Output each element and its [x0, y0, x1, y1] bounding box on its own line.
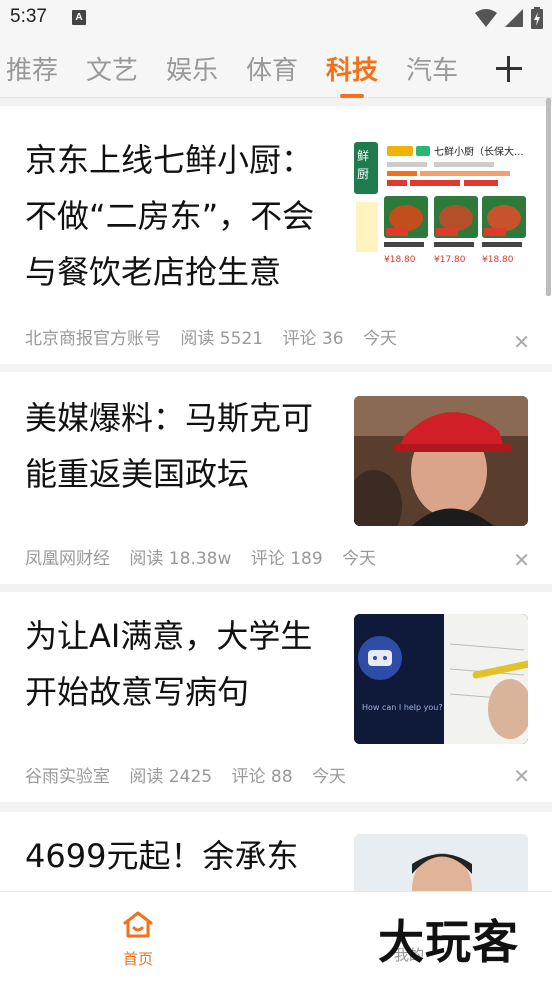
article-card[interactable]: 4699元起！余承东 — [0, 812, 552, 891]
close-icon[interactable]: ✕ — [513, 548, 530, 572]
article-card[interactable]: 为让AI满意，大学生开始故意写病句 How can I help you? 谷雨… — [0, 592, 552, 802]
ai-chat-phone-photo[interactable]: How can I help you? — [354, 614, 528, 744]
news-feed[interactable]: 京东上线七鲜小厨：不做“二房东”，不会与餐饮老店抢生意 鲜 厨 七鲜小厨（长保大… — [0, 98, 552, 891]
status-bar: 5:37 A — [0, 0, 552, 36]
article-card[interactable]: 美媒爆料：马斯克可能重返美国政坛 凤凰网财经 阅读 18.38w 评论 189 … — [0, 372, 552, 584]
article-source[interactable]: 凤凰网财经 — [25, 549, 110, 569]
article-comments: 评论 36 — [282, 329, 344, 349]
article-comments: 评论 88 — [231, 767, 293, 787]
article-reads: 阅读 18.38w — [129, 549, 232, 569]
article-time: 今天 — [362, 329, 397, 349]
article-title[interactable]: 4699元起！余承东 — [25, 828, 335, 884]
article-source[interactable]: 谷雨实验室 — [25, 767, 110, 787]
status-icons — [474, 7, 544, 29]
article-comments: 评论 189 — [250, 549, 323, 569]
close-icon[interactable]: ✕ — [513, 764, 530, 788]
article-title[interactable]: 为让AI满意，大学生开始故意写病句 — [25, 608, 335, 720]
man-portrait-photo[interactable] — [354, 834, 528, 891]
dish-price-1: ¥18.80 — [384, 255, 416, 265]
tab-recommend[interactable]: 推荐 — [6, 50, 58, 87]
close-icon[interactable]: ✕ — [513, 330, 530, 354]
tab-tech[interactable]: 科技 — [326, 50, 378, 87]
status-time: 5:37 — [10, 6, 47, 27]
home-icon — [123, 911, 153, 938]
article-reads: 阅读 2425 — [129, 767, 213, 787]
article-meta: 凤凰网财经 阅读 18.38w 评论 189 今天 — [25, 544, 390, 569]
nav-home-label: 首页 — [122, 950, 153, 968]
article-card[interactable]: 京东上线七鲜小厨：不做“二房东”，不会与餐饮老店抢生意 鲜 厨 七鲜小厨（长保大… — [0, 106, 552, 364]
ai-prompt-text: How can I help you? — [362, 703, 443, 712]
dish-price-3: ¥18.80 — [482, 255, 514, 265]
battery-charging-icon — [531, 7, 543, 29]
category-tabs: 推荐 文艺 娱乐 体育 科技 汽车 — [0, 36, 552, 98]
article-title[interactable]: 美媒爆料：马斯克可能重返美国政坛 — [25, 390, 335, 502]
man-in-red-cap-photo[interactable] — [354, 396, 528, 526]
article-time: 今天 — [342, 549, 377, 569]
article-meta: 谷雨实验室 阅读 2425 评论 88 今天 — [25, 762, 360, 787]
bottom-nav: 首页 我的 大玩客 — [0, 891, 552, 983]
tab-culture[interactable]: 文艺 — [86, 50, 138, 87]
food-store-name: 七鲜小厨（长保大... — [434, 145, 524, 158]
article-title[interactable]: 京东上线七鲜小厨：不做“二房东”，不会与餐饮老店抢生意 — [25, 132, 335, 300]
article-time: 今天 — [311, 767, 346, 787]
article-source[interactable]: 北京商报官方账号 — [25, 329, 161, 349]
article-meta: 北京商报官方账号 阅读 5521 评论 36 今天 — [25, 324, 411, 349]
feed-scrollbar[interactable] — [546, 98, 551, 296]
wifi-icon — [475, 9, 497, 27]
nav-home[interactable]: 首页 — [114, 910, 162, 969]
plus-icon[interactable] — [494, 54, 524, 84]
a-badge-icon: A — [72, 10, 86, 25]
tab-entertainment[interactable]: 娱乐 — [166, 50, 218, 87]
svg-text:厨: 厨 — [357, 167, 369, 181]
tab-sports[interactable]: 体育 — [246, 50, 298, 87]
tab-auto[interactable]: 汽车 — [406, 50, 458, 87]
watermark-logo: 大玩客 — [378, 915, 519, 969]
dish-price-2: ¥17.80 — [434, 255, 466, 265]
food-app-screenshot-image[interactable]: 鲜 厨 七鲜小厨（长保大... ¥18.80 ¥17.80 ¥18.80 — [354, 138, 528, 268]
signal-icon — [505, 9, 523, 27]
article-reads: 阅读 5521 — [180, 329, 264, 349]
svg-text:鲜: 鲜 — [357, 149, 369, 163]
